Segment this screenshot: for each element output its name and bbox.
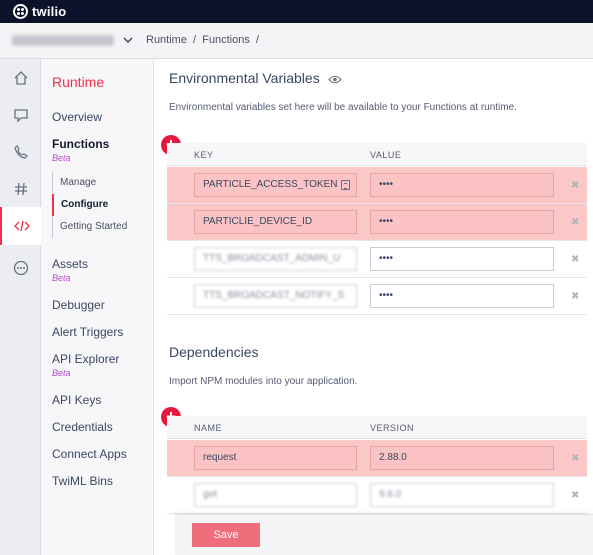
chevron-down-icon[interactable] xyxy=(122,34,134,46)
home-icon xyxy=(14,71,27,85)
home-rail-button[interactable] xyxy=(0,59,41,97)
voice-rail-button[interactable] xyxy=(0,133,41,171)
icon-rail xyxy=(0,59,41,555)
brand-name: twilio xyxy=(32,4,67,19)
env-row: PARTICLIE_DEVICE_ID •••• ✖ xyxy=(167,204,587,241)
env-table-header: KEY VALUE xyxy=(167,143,587,166)
env-value-field[interactable]: •••• xyxy=(370,247,554,271)
deps-description: Import NPM modules into your application… xyxy=(169,376,358,387)
env-key-field[interactable]: PARTICLIE_DEVICE_ID xyxy=(194,210,357,234)
breadcrumb-functions[interactable]: Functions xyxy=(202,34,250,46)
messaging-rail-button[interactable] xyxy=(0,96,41,134)
hash-icon xyxy=(14,182,27,196)
code-icon xyxy=(13,220,30,232)
deps-title: Dependencies xyxy=(169,344,259,360)
top-bar: twilio xyxy=(0,0,593,23)
deps-table-header: NAME VERSION xyxy=(167,416,587,439)
env-description: Environmental variables set here will be… xyxy=(169,102,517,113)
nav-debugger[interactable]: Debugger xyxy=(52,298,105,312)
breadcrumb-separator: / xyxy=(193,34,197,46)
env-value-field[interactable]: •••• xyxy=(370,173,554,197)
env-value-field[interactable]: •••• xyxy=(370,210,554,234)
runtime-rail-button[interactable] xyxy=(0,207,41,245)
nav-configure[interactable]: Configure xyxy=(52,194,154,216)
breadcrumb: Runtime / Functions / xyxy=(146,34,262,46)
nav-alert-triggers[interactable]: Alert Triggers xyxy=(52,325,123,339)
dependency-name-field[interactable]: got xyxy=(194,483,357,507)
breadcrumb-separator: / xyxy=(255,34,259,46)
delete-row-icon[interactable]: ✖ xyxy=(571,453,579,464)
env-value-field[interactable]: •••• xyxy=(370,284,554,308)
more-icon xyxy=(13,260,28,276)
env-row: TTS_BROADCAST_ADMIN_U •••• ✖ xyxy=(167,241,587,278)
assets-beta-badge: Beta xyxy=(52,273,71,283)
delete-row-icon[interactable]: ✖ xyxy=(571,291,579,302)
nav-getting-started[interactable]: Getting Started xyxy=(53,216,154,238)
env-key-field[interactable]: TTS_BROADCAST_NOTIFY_S xyxy=(194,284,357,308)
nav-credentials[interactable]: Credentials xyxy=(52,420,113,434)
env-key-field[interactable]: PARTICLE_ACCESS_TOKEN xyxy=(194,173,357,197)
breadcrumb-bar: Runtime / Functions / xyxy=(0,23,593,59)
dependency-row: request 2.88.0 ✖ xyxy=(167,440,587,477)
chat-icon xyxy=(13,109,28,123)
numbers-rail-button[interactable] xyxy=(0,170,41,208)
phone-icon xyxy=(13,145,28,159)
save-footer: Save xyxy=(175,514,593,555)
more-rail-button[interactable] xyxy=(0,249,41,287)
delete-row-icon[interactable]: ✖ xyxy=(571,490,579,501)
env-key-field[interactable]: TTS_BROADCAST_ADMIN_U xyxy=(194,247,357,271)
main-content: Environmental Variables Environmental va… xyxy=(155,59,593,555)
env-row: TTS_BROADCAST_NOTIFY_S •••• ✖ xyxy=(167,278,587,315)
nav-assets[interactable]: Assets xyxy=(52,257,88,271)
runtime-nav: Runtime Overview Functions Beta Manage C… xyxy=(41,59,154,555)
env-section-heading: Environmental Variables xyxy=(169,70,342,86)
nav-manage[interactable]: Manage xyxy=(53,172,154,194)
nav-functions[interactable]: Functions xyxy=(52,137,109,151)
functions-submenu: Manage Configure Getting Started xyxy=(52,172,154,238)
nav-api-keys[interactable]: API Keys xyxy=(52,393,101,407)
env-row: PARTICLE_ACCESS_TOKEN •••• ✖ xyxy=(167,167,587,204)
col-key: KEY xyxy=(194,150,214,160)
eye-icon[interactable] xyxy=(327,75,342,84)
nav-section-title: Runtime xyxy=(52,74,105,90)
token-icon xyxy=(341,180,350,190)
account-name-blurred[interactable] xyxy=(12,35,114,46)
dependency-version-field[interactable]: 2.88.0 xyxy=(370,446,554,470)
nav-twiml-bins[interactable]: TwiML Bins xyxy=(52,474,113,488)
env-title: Environmental Variables xyxy=(169,70,320,86)
twilio-logo[interactable]: twilio xyxy=(13,4,66,19)
delete-row-icon[interactable]: ✖ xyxy=(571,217,579,228)
dependency-version-field[interactable]: 9.6.0 xyxy=(370,483,554,507)
save-button[interactable]: Save xyxy=(192,523,260,547)
delete-row-icon[interactable]: ✖ xyxy=(571,180,579,191)
col-version: VERSION xyxy=(370,423,415,433)
functions-beta-badge: Beta xyxy=(52,153,71,163)
breadcrumb-runtime[interactable]: Runtime xyxy=(146,34,187,46)
twilio-logo-icon xyxy=(13,4,28,19)
dependency-name-field[interactable]: request xyxy=(194,446,357,470)
api-explorer-beta-badge: Beta xyxy=(52,368,71,378)
delete-row-icon[interactable]: ✖ xyxy=(571,254,579,265)
col-value: VALUE xyxy=(370,150,402,160)
col-name: NAME xyxy=(194,423,223,433)
nav-api-explorer[interactable]: API Explorer xyxy=(52,352,119,366)
nav-overview[interactable]: Overview xyxy=(52,110,102,124)
dependency-row: got 9.6.0 ✖ xyxy=(167,477,587,514)
nav-connect-apps[interactable]: Connect Apps xyxy=(52,447,127,461)
